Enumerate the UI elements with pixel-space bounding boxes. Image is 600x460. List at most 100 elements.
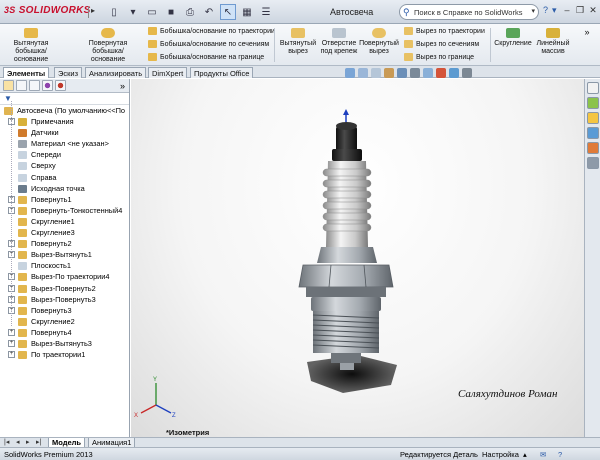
expand-toggle-icon[interactable]: + bbox=[8, 339, 15, 347]
solidworks-logo[interactable]: 3S SOLIDWORKS bbox=[4, 5, 91, 16]
boundary-boss-button[interactable]: Бобышка/основание на границе bbox=[148, 53, 264, 61]
tab-sketch[interactable]: Эскиз bbox=[54, 67, 83, 78]
section-view-icon[interactable] bbox=[384, 68, 394, 78]
linear-pattern-button[interactable]: Линейный массив bbox=[534, 28, 572, 56]
display-style-icon[interactable] bbox=[410, 68, 420, 78]
open-folder-icon[interactable]: ▭ bbox=[144, 4, 160, 20]
lofted-cut-button[interactable]: Вырез по сечениям bbox=[404, 40, 479, 48]
menu-expand-icon[interactable]: ▸ bbox=[88, 6, 98, 18]
hole-wizard-button[interactable]: Отверстие под крепеж bbox=[320, 28, 358, 56]
edit-appearance-icon[interactable] bbox=[436, 68, 446, 78]
help-search-input[interactable]: ⚲ Поиск в Справке по SolidWorks ▾ bbox=[399, 4, 539, 20]
author-watermark: Саляхутдинов Роман bbox=[458, 388, 558, 400]
expand-toggle-icon[interactable]: + bbox=[8, 328, 15, 336]
previous-view-icon[interactable] bbox=[371, 68, 381, 78]
new-document-icon[interactable]: ▯ bbox=[106, 4, 122, 20]
view-orientation-icon[interactable] bbox=[397, 68, 407, 78]
expand-toggle-icon[interactable]: + bbox=[8, 351, 15, 359]
swept-boss-button[interactable]: Бобышка/основание по траектории bbox=[148, 27, 275, 35]
tree-node[interactable]: + По траектории1 bbox=[0, 349, 129, 360]
tree-node[interactable]: + Вырез-Повернуть3 bbox=[0, 294, 129, 305]
revolved-cut-button[interactable]: Повернутый вырез bbox=[358, 28, 400, 56]
close-icon[interactable]: ✕ bbox=[587, 4, 599, 16]
tree-node[interactable]: Спереди bbox=[0, 149, 129, 160]
tree-node[interactable]: + Повернуть1 bbox=[0, 194, 129, 205]
apply-scene-icon[interactable] bbox=[449, 68, 459, 78]
file-explorer-icon[interactable] bbox=[587, 112, 599, 124]
tree-node[interactable]: + Повернуть3 bbox=[0, 305, 129, 316]
feature-manager-tab-icon[interactable] bbox=[3, 80, 14, 91]
tree-node[interactable]: + Примечания bbox=[0, 116, 129, 127]
quick-tips-icon[interactable]: ✉ bbox=[540, 450, 546, 459]
minimize-icon[interactable]: – bbox=[561, 4, 573, 16]
tree-node[interactable]: Сверху bbox=[0, 160, 129, 171]
tree-node[interactable]: Материал <не указан> bbox=[0, 138, 129, 149]
undo-icon[interactable]: ↶ bbox=[201, 4, 217, 20]
tree-node[interactable]: Скругление2 bbox=[0, 316, 129, 327]
zoom-to-fit-icon[interactable] bbox=[345, 68, 355, 78]
select-pointer-icon[interactable]: ↖ bbox=[220, 4, 236, 20]
ribbon-more-icon[interactable]: » bbox=[580, 28, 594, 37]
tree-filter[interactable]: ▼ bbox=[0, 93, 129, 105]
boundary-cut-button[interactable]: Вырез по границе bbox=[404, 53, 474, 61]
tree-root-part[interactable]: Автосвеча (По умолчанию<<По bbox=[0, 105, 129, 116]
tree-node[interactable]: + Вырез-По траектории4 bbox=[0, 271, 129, 282]
dropdown-arrow-icon[interactable]: ▾ bbox=[125, 4, 141, 20]
view-palette-icon[interactable] bbox=[587, 127, 599, 139]
tree-node[interactable]: Скругление1 bbox=[0, 216, 129, 227]
tree-node[interactable]: Датчики bbox=[0, 127, 129, 138]
tree-node[interactable]: Справа bbox=[0, 172, 129, 183]
tab-evaluate[interactable]: Анализировать bbox=[85, 67, 147, 78]
revolved-boss-button[interactable]: Повернутая бобышка/основание bbox=[78, 28, 138, 64]
restore-icon[interactable]: ❐ bbox=[574, 4, 586, 16]
tab-office-products[interactable]: Продукты Office bbox=[190, 67, 254, 78]
hide-show-items-icon[interactable] bbox=[423, 68, 433, 78]
fillet-button[interactable]: Скругление bbox=[493, 28, 533, 48]
tree-node[interactable]: + Повернуть2 bbox=[0, 238, 129, 249]
tree-node[interactable]: + Повернуть-Тонкостенный4 bbox=[0, 205, 129, 216]
tree-node-label: Вырез-Повернуть3 bbox=[31, 294, 96, 304]
custom-properties-icon[interactable] bbox=[587, 157, 599, 169]
graphics-viewport[interactable]: Y X Z bbox=[131, 79, 584, 437]
help-icon[interactable]: ? bbox=[543, 5, 548, 16]
property-manager-tab-icon[interactable] bbox=[16, 80, 27, 91]
prev-tab-icon[interactable]: ◂ bbox=[16, 438, 20, 446]
extruded-boss-button[interactable]: Вытянутая бобышка/основание bbox=[4, 28, 58, 64]
save-icon[interactable]: ■ bbox=[163, 4, 179, 20]
rebuild-icon[interactable]: ▦ bbox=[239, 4, 255, 20]
tab-features[interactable]: Элементы bbox=[3, 67, 50, 78]
custom-settings[interactable]: Настройка bbox=[482, 450, 519, 459]
tree-node[interactable]: + Вырез-Вытянуть1 bbox=[0, 249, 129, 260]
extruded-cut-button[interactable]: Вытянутый вырез bbox=[278, 28, 318, 56]
lofted-boss-button[interactable]: Бобышка/основание по сечениям bbox=[148, 40, 269, 48]
help-icon[interactable]: ? bbox=[558, 450, 562, 459]
dimxpert-manager-tab-icon[interactable] bbox=[42, 80, 53, 91]
last-tab-icon[interactable]: ▸| bbox=[36, 438, 41, 446]
configuration-manager-tab-icon[interactable] bbox=[29, 80, 40, 91]
tree-node[interactable]: + Повернуть4 bbox=[0, 327, 129, 338]
tree-node[interactable]: Плоскость1 bbox=[0, 260, 129, 271]
next-tab-icon[interactable]: ▸ bbox=[26, 438, 30, 446]
options-icon[interactable]: ☰ bbox=[258, 4, 274, 20]
design-library-icon[interactable] bbox=[587, 97, 599, 109]
more-tabs-icon[interactable]: » bbox=[120, 81, 125, 91]
appearances-icon[interactable] bbox=[587, 142, 599, 154]
swept-cut-button[interactable]: Вырез по траектории bbox=[404, 27, 485, 35]
settings-dropdown-icon[interactable]: ▴ bbox=[523, 450, 527, 459]
solidworks-resources-icon[interactable] bbox=[587, 82, 599, 94]
tree-node[interactable]: Исходная точка bbox=[0, 183, 129, 194]
tree-node-label: Скругление3 bbox=[31, 228, 75, 238]
zoom-area-icon[interactable] bbox=[358, 68, 368, 78]
swept-boss-icon bbox=[148, 27, 157, 35]
tree-node[interactable]: + Вырез-Вытянуть3 bbox=[0, 338, 129, 349]
view-settings-icon[interactable] bbox=[462, 68, 472, 78]
first-tab-icon[interactable]: |◂ bbox=[4, 438, 9, 446]
print-icon[interactable]: ⎙ bbox=[182, 4, 198, 20]
tree-node[interactable]: + Вырез-Повернуть2 bbox=[0, 283, 129, 294]
chevron-down-icon[interactable]: ▾ bbox=[531, 7, 535, 15]
tab-dimxpert[interactable]: DimXpert bbox=[148, 67, 188, 78]
help-dropdown-icon[interactable]: ▾ bbox=[552, 5, 557, 16]
tree-node[interactable]: Скругление3 bbox=[0, 227, 129, 238]
display-manager-tab-icon[interactable] bbox=[55, 80, 66, 91]
tree-node-label: Скругление2 bbox=[31, 316, 75, 326]
